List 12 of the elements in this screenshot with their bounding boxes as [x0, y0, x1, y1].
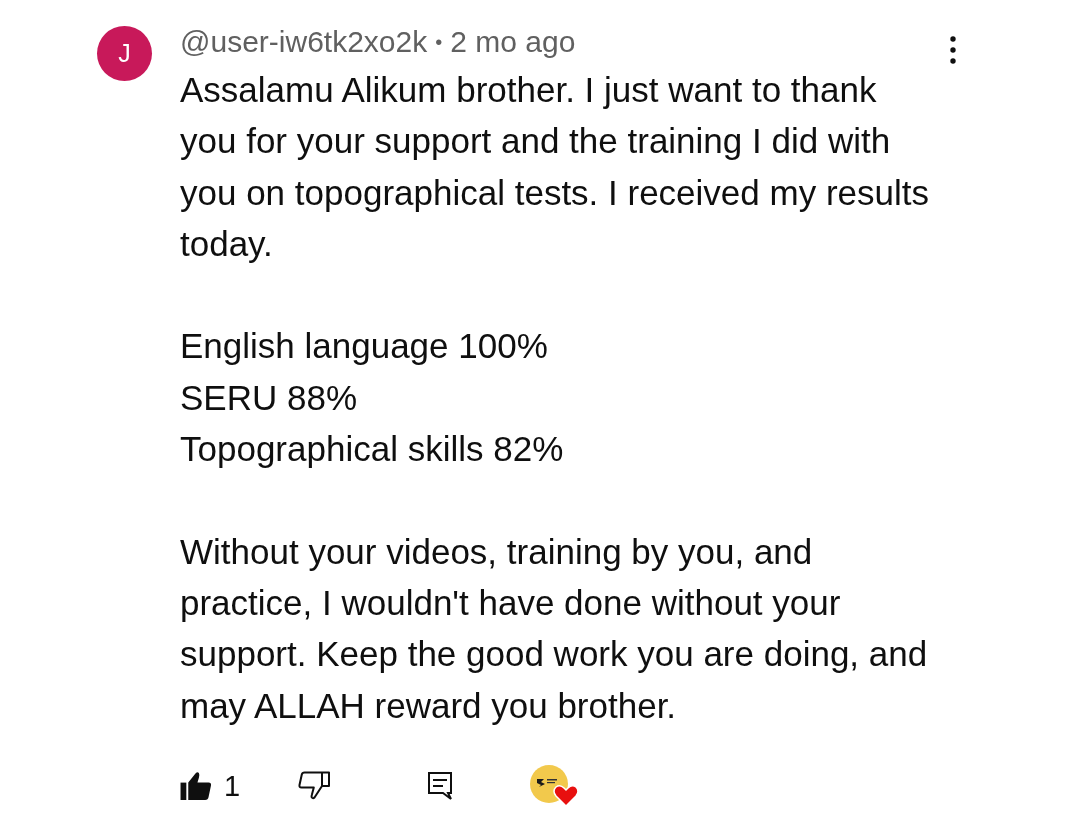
comment-text: Assalamu Alikum brother. I just want to thank you for your support and the training I did with you on topographical tests. I received my results today.	[180, 69, 930, 265]
comment-text: English language 100% SERU 88% Topographical skills 82%	[180, 325, 565, 471]
thumbs-down-icon[interactable]	[298, 771, 330, 801]
separator-text: •	[435, 30, 443, 55]
avatar-circle[interactable]: J	[97, 26, 152, 81]
like-count: 1	[224, 768, 241, 803]
timestamp-text: 2 mo ago	[450, 26, 576, 58]
more-options-icon[interactable]	[950, 36, 956, 64]
author-name[interactable]: @user-iw6tk2xo2k	[180, 26, 428, 58]
comment-icon[interactable]	[428, 771, 452, 800]
comment-text: Without your videos, training by you, and practice, I wouldn't have done without your support. Keep the good work you are doing, and may ALLAH reward you brother.	[180, 530, 929, 727]
thumbs-up-icon[interactable]	[180, 771, 212, 801]
